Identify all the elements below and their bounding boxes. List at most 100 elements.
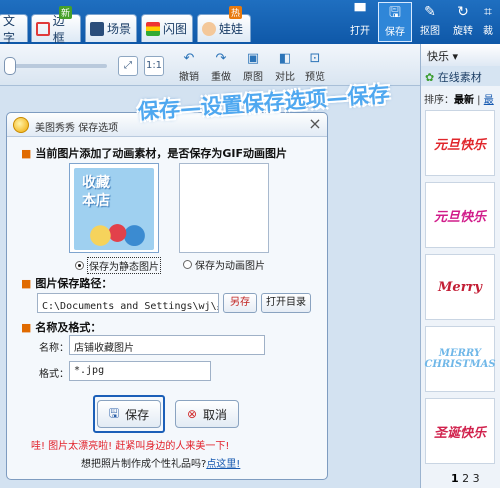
format-field[interactable]: *.jpg	[69, 361, 211, 381]
material-thumbnail[interactable]: Merry	[425, 254, 495, 320]
crop-button[interactable]: ⌗ 裁	[476, 2, 500, 42]
undo-icon: ↶	[183, 51, 195, 66]
save-button-label: 保存	[125, 407, 150, 422]
animated-option-label: 保存为动画图片	[195, 261, 265, 272]
top-toolbar: 文字 新 边框 场景 闪图 热 娃娃 ▀ 打开 🖫 保存 ✎ 抠图 ↻ 旋转 ⌗…	[0, 0, 500, 45]
border-icon	[36, 21, 50, 36]
compare-button[interactable]: ◧ 对比	[272, 50, 298, 84]
fit-window-button[interactable]: ⤢	[118, 56, 138, 76]
material-thumbnail[interactable]: 元旦快乐	[425, 110, 495, 176]
save-button[interactable]: 🖫 保存	[97, 400, 161, 428]
bullet-icon: ■	[21, 321, 32, 334]
online-materials-tab[interactable]: ✿ 在线素材	[421, 66, 500, 86]
sort-bar: 排序：最新 | 最	[424, 95, 494, 106]
cancel-icon: ⊗	[186, 407, 198, 421]
path-heading-text: 图片保存路径：	[35, 277, 113, 290]
cutout-label: 抠图	[420, 26, 440, 37]
rotate-label: 旋转	[453, 26, 473, 37]
sort-other[interactable]: 最	[484, 95, 494, 106]
animated-option[interactable]: 保存为动画图片	[183, 257, 265, 272]
save-path-field[interactable]: C:\Documents and Settings\wj\桌	[37, 293, 219, 313]
gift-text: 想把照片制作成个性礼品吗?	[81, 459, 207, 470]
tab-text-label: 文字	[3, 13, 16, 45]
material-thumbnail[interactable]: MERRY CHRISTMAS	[424, 326, 496, 392]
compare-label: 对比	[275, 72, 295, 83]
radio-unselected[interactable]	[183, 260, 192, 269]
pagination: 1 2 3	[421, 472, 500, 485]
save-toolbar-button[interactable]: 🖫 保存	[378, 2, 412, 42]
cancel-button[interactable]: ⊗ 取消	[175, 400, 239, 428]
material-thumbnail[interactable]: 元旦快乐	[425, 182, 495, 248]
actual-size-icon: 1:1	[145, 60, 163, 71]
static-option-label: 保存为静态图片	[87, 257, 161, 274]
new-badge: 新	[59, 6, 73, 19]
thumbnail-text: 元旦快乐	[433, 209, 486, 225]
undo-label: 撤销	[179, 72, 199, 83]
open-folder-button[interactable]: 打开目录	[261, 293, 311, 313]
tab-flash[interactable]: 闪图	[141, 14, 193, 42]
name-format-heading-text: 名称及格式：	[35, 321, 102, 334]
page-link[interactable]: 3	[473, 472, 480, 485]
original-button[interactable]: ▣ 原图	[240, 50, 266, 84]
dialog-title: 保存选项	[78, 123, 119, 134]
static-preview[interactable]: 收藏 本店	[69, 163, 159, 253]
material-thumbnail[interactable]: 圣诞快乐	[425, 398, 495, 464]
page-link[interactable]: 1	[451, 472, 459, 485]
thumbnail-text: MERRY CHRISTMAS	[424, 348, 496, 370]
sort-latest[interactable]: 最新	[454, 95, 474, 106]
static-option[interactable]: 保存为静态图片	[75, 257, 161, 274]
promo-warning: 哇! 图片太漂亮啦! 赶紧叫身边的人来美一下!	[31, 441, 230, 452]
preview-button[interactable]: ⊡ 预览	[302, 50, 328, 84]
gif-question-text: 当前图片添加了动画素材，是否保存为GIF动画图片	[35, 147, 288, 160]
name-label: 名称：	[39, 343, 69, 354]
compare-icon: ◧	[278, 51, 292, 66]
rotate-button[interactable]: ↻ 旋转	[446, 2, 480, 42]
floppy-icon: 🖫	[108, 405, 120, 420]
crop-label: 裁	[483, 26, 493, 37]
page-link[interactable]: 2	[462, 472, 469, 485]
actual-size-button[interactable]: 1:1	[144, 56, 164, 76]
flowers-decoration	[80, 220, 148, 246]
animated-preview[interactable]	[179, 163, 269, 253]
save-options-dialog: 美图秀秀 保存选项 × ■ 当前图片添加了动画素材，是否保存为GIF动画图片 收藏…	[6, 112, 328, 480]
bullet-icon: ■	[21, 277, 32, 290]
tab-text[interactable]: 文字	[0, 14, 28, 45]
tab-flash-label: 闪图	[163, 22, 188, 36]
tab-border[interactable]: 新 边框	[31, 6, 81, 45]
bullet-icon: ■	[21, 147, 32, 160]
scene-icon	[90, 21, 104, 36]
fit-icon: ⤢	[124, 60, 132, 71]
tab-scene[interactable]: 场景	[85, 14, 137, 42]
zoom-slider-thumb[interactable]	[4, 57, 16, 75]
zoom-slider-track[interactable]	[12, 64, 107, 68]
rotate-icon: ↻	[457, 4, 469, 20]
thumbnail-text: 元旦快乐	[433, 137, 486, 153]
radio-selected[interactable]	[75, 261, 84, 270]
folder-open-icon: ▀	[354, 4, 366, 20]
redo-label: 重做	[211, 72, 231, 83]
open-button[interactable]: ▀ 打开	[343, 2, 377, 42]
store-image-text: 收藏 本店	[82, 175, 110, 209]
tab-doll-label: 娃娃	[219, 22, 244, 36]
cancel-button-label: 取消	[203, 407, 228, 422]
undo-button[interactable]: ↶ 撤销	[176, 50, 202, 84]
chevron-down-icon: ▾	[452, 50, 459, 63]
material-panel: 快乐 ▾ ✿ 在线素材 排序：最新 | 最 元旦快乐 元旦快乐 Merry ME…	[420, 44, 500, 488]
name-format-heading: ■ 名称及格式：	[21, 319, 101, 335]
cutout-button[interactable]: ✎ 抠图	[413, 2, 447, 42]
store-favorite-image: 收藏 本店	[74, 168, 154, 250]
category-dropdown[interactable]: 快乐 ▾	[421, 44, 500, 66]
doll-icon	[202, 21, 216, 36]
save-toolbar-label: 保存	[385, 27, 405, 38]
path-heading: ■ 图片保存路径：	[21, 275, 112, 291]
save-as-button[interactable]: 另存	[223, 293, 257, 313]
tab-doll[interactable]: 热 娃娃	[197, 6, 251, 42]
original-image-icon: ▣	[246, 51, 260, 66]
file-name-field[interactable]: 店铺收藏图片	[69, 335, 265, 355]
hot-badge: 热	[229, 6, 243, 19]
gift-link[interactable]: 点这里!	[206, 459, 240, 470]
format-label: 格式：	[39, 369, 69, 380]
gif-question: ■ 当前图片添加了动画素材，是否保存为GIF动画图片	[21, 145, 287, 161]
redo-button[interactable]: ↷ 重做	[208, 50, 234, 84]
gift-prompt: 想把照片制作成个性礼品吗?点这里!	[81, 455, 240, 470]
